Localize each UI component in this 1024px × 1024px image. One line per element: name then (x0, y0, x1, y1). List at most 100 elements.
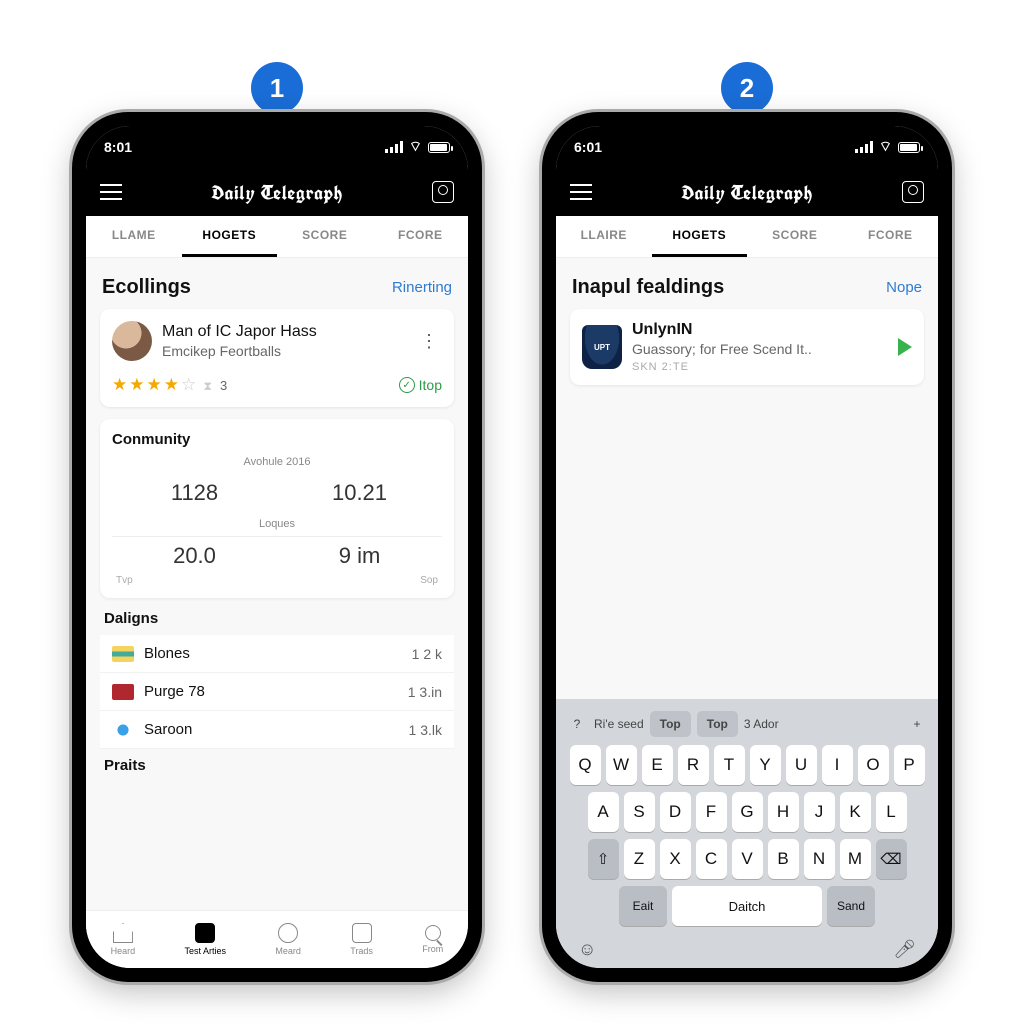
more-icon[interactable]: ⋮ (416, 327, 442, 356)
key[interactable]: V (732, 839, 763, 879)
suggestion[interactable]: Top (650, 711, 691, 737)
featured-story-card[interactable]: Man of IC Japor Hass Emcikep Feortballs … (100, 309, 454, 407)
tab-fcore[interactable]: FCORE (373, 216, 469, 257)
key[interactable]: X (660, 839, 691, 879)
key[interactable]: T (714, 745, 745, 785)
app-bar: Daily Telegraph (86, 168, 468, 216)
home-icon (113, 923, 133, 943)
extra-heading: Praits (104, 757, 450, 774)
section-title: Ecollings (102, 276, 191, 299)
key[interactable]: L (876, 792, 907, 832)
top-tabs: LLAME HOGETS SCORE FCORE (86, 216, 468, 258)
tabbar-from[interactable]: From (422, 925, 443, 954)
signal-icon (855, 141, 873, 153)
key[interactable]: A (588, 792, 619, 832)
community-card: Conmunity Avohule 2016 1128 10.21 Loques… (100, 419, 454, 598)
key[interactable]: G (732, 792, 763, 832)
tabbar-meard[interactable]: Meard (275, 923, 301, 956)
key[interactable]: Z (624, 839, 655, 879)
suggestion-bar: ? Ri'e seed Top Top 3 Ador + (560, 707, 934, 745)
fn-right-key[interactable]: Sand (827, 886, 875, 926)
featured-story-card[interactable]: UPT UnlynIN Guassory; for Free Scend It.… (570, 309, 924, 385)
key[interactable]: S (624, 792, 655, 832)
suggestion[interactable]: Ri'e seed (594, 717, 644, 731)
key[interactable]: D (660, 792, 691, 832)
circle-icon (278, 923, 298, 943)
story-title: Man of IC Japor Hass (162, 323, 406, 341)
axis-right: Sop (416, 575, 442, 586)
key[interactable]: Y (750, 745, 781, 785)
top-tabs: LLAIRE HOGETS SCORE FCORE (556, 216, 938, 258)
suggestion[interactable]: ? (566, 717, 588, 731)
tabbar-test-arties[interactable]: Test Arties (185, 923, 227, 956)
key-row-2: A S D F G H J K L (560, 792, 934, 832)
key[interactable]: R (678, 745, 709, 785)
key-row-3: ⇧ Z X C V B N M ⌫ (560, 839, 934, 879)
phone-frame-1: 8:01 ⌔ Daily Telegraph LLAME HOGETS SCOR… (72, 112, 482, 982)
search-icon (425, 925, 441, 941)
section-action-link[interactable]: Rinerting (392, 279, 452, 296)
key[interactable]: P (894, 745, 925, 785)
key[interactable]: N (804, 839, 835, 879)
list-heading: Daligns (104, 610, 450, 627)
menu-button[interactable] (570, 184, 592, 200)
list-value: 1 3.in (408, 684, 442, 700)
shift-key[interactable]: ⇧ (588, 839, 619, 879)
story-meta: SKN 2:TE (632, 361, 888, 373)
tab-hogets[interactable]: HOGETS (182, 216, 278, 257)
menu-button[interactable] (100, 184, 122, 200)
key[interactable]: O (858, 745, 889, 785)
suggestion[interactable]: Top (697, 711, 738, 737)
community-value-2: 10.21 (277, 474, 442, 512)
key[interactable]: J (804, 792, 835, 832)
tab-score[interactable]: SCORE (747, 216, 843, 257)
suggestion[interactable]: 3 Ador (744, 717, 779, 731)
profile-button[interactable] (432, 181, 454, 203)
tabbar-trads[interactable]: Trads (350, 923, 373, 956)
community-heading: Conmunity (112, 431, 442, 448)
key[interactable]: Q (570, 745, 601, 785)
key[interactable]: U (786, 745, 817, 785)
backspace-key[interactable]: ⌫ (876, 839, 907, 879)
key[interactable]: E (642, 745, 673, 785)
key[interactable]: F (696, 792, 727, 832)
keyboard: ? Ri'e seed Top Top 3 Ador + Q W E R T Y… (556, 699, 938, 968)
profile-button[interactable] (902, 181, 924, 203)
key[interactable]: K (840, 792, 871, 832)
community-value-1: 1128 (112, 474, 277, 512)
app-bar: Daily Telegraph (556, 168, 938, 216)
suggestion[interactable]: + (906, 717, 928, 731)
key[interactable]: B (768, 839, 799, 879)
flag-icon (112, 722, 134, 738)
community-value-3: 20.0 (112, 536, 277, 575)
community-mid-label: Loques (112, 518, 442, 530)
tab-llame[interactable]: LLAME (86, 216, 182, 257)
key[interactable]: H (768, 792, 799, 832)
tab-score[interactable]: SCORE (277, 216, 373, 257)
tab-llaire[interactable]: LLAIRE (556, 216, 652, 257)
list-item[interactable]: Blones 1 2 k (100, 635, 454, 673)
tab-fcore[interactable]: FCORE (843, 216, 939, 257)
key[interactable]: W (606, 745, 637, 785)
key[interactable]: C (696, 839, 727, 879)
flag-icon (112, 646, 134, 662)
space-key[interactable]: Daitch (672, 886, 822, 926)
fn-left-key[interactable]: Eait (619, 886, 667, 926)
bottom-tabbar: Heard Test Arties Meard Trads From (86, 910, 468, 968)
list-item[interactable]: Purge 78 1 3.in (100, 673, 454, 711)
story-subtitle: Emcikep Feortballs (162, 343, 406, 359)
key-row-1: Q W E R T Y U I O P (560, 745, 934, 785)
section-action-link[interactable]: Nope (886, 279, 922, 296)
tab-hogets[interactable]: HOGETS (652, 216, 748, 257)
key[interactable]: M (840, 839, 871, 879)
play-icon[interactable] (898, 338, 912, 356)
emoji-key[interactable]: ☺ (578, 939, 596, 960)
flag-icon (112, 684, 134, 700)
status-time: 6:01 (574, 139, 602, 155)
mic-key[interactable]: 🎤︎ (893, 939, 916, 960)
check-icon: ✓ (399, 377, 415, 393)
key[interactable]: I (822, 745, 853, 785)
list-item[interactable]: Saroon 1 3.lk (100, 711, 454, 749)
tabbar-heard[interactable]: Heard (111, 923, 136, 956)
app-title: Daily Telegraph (681, 179, 812, 206)
